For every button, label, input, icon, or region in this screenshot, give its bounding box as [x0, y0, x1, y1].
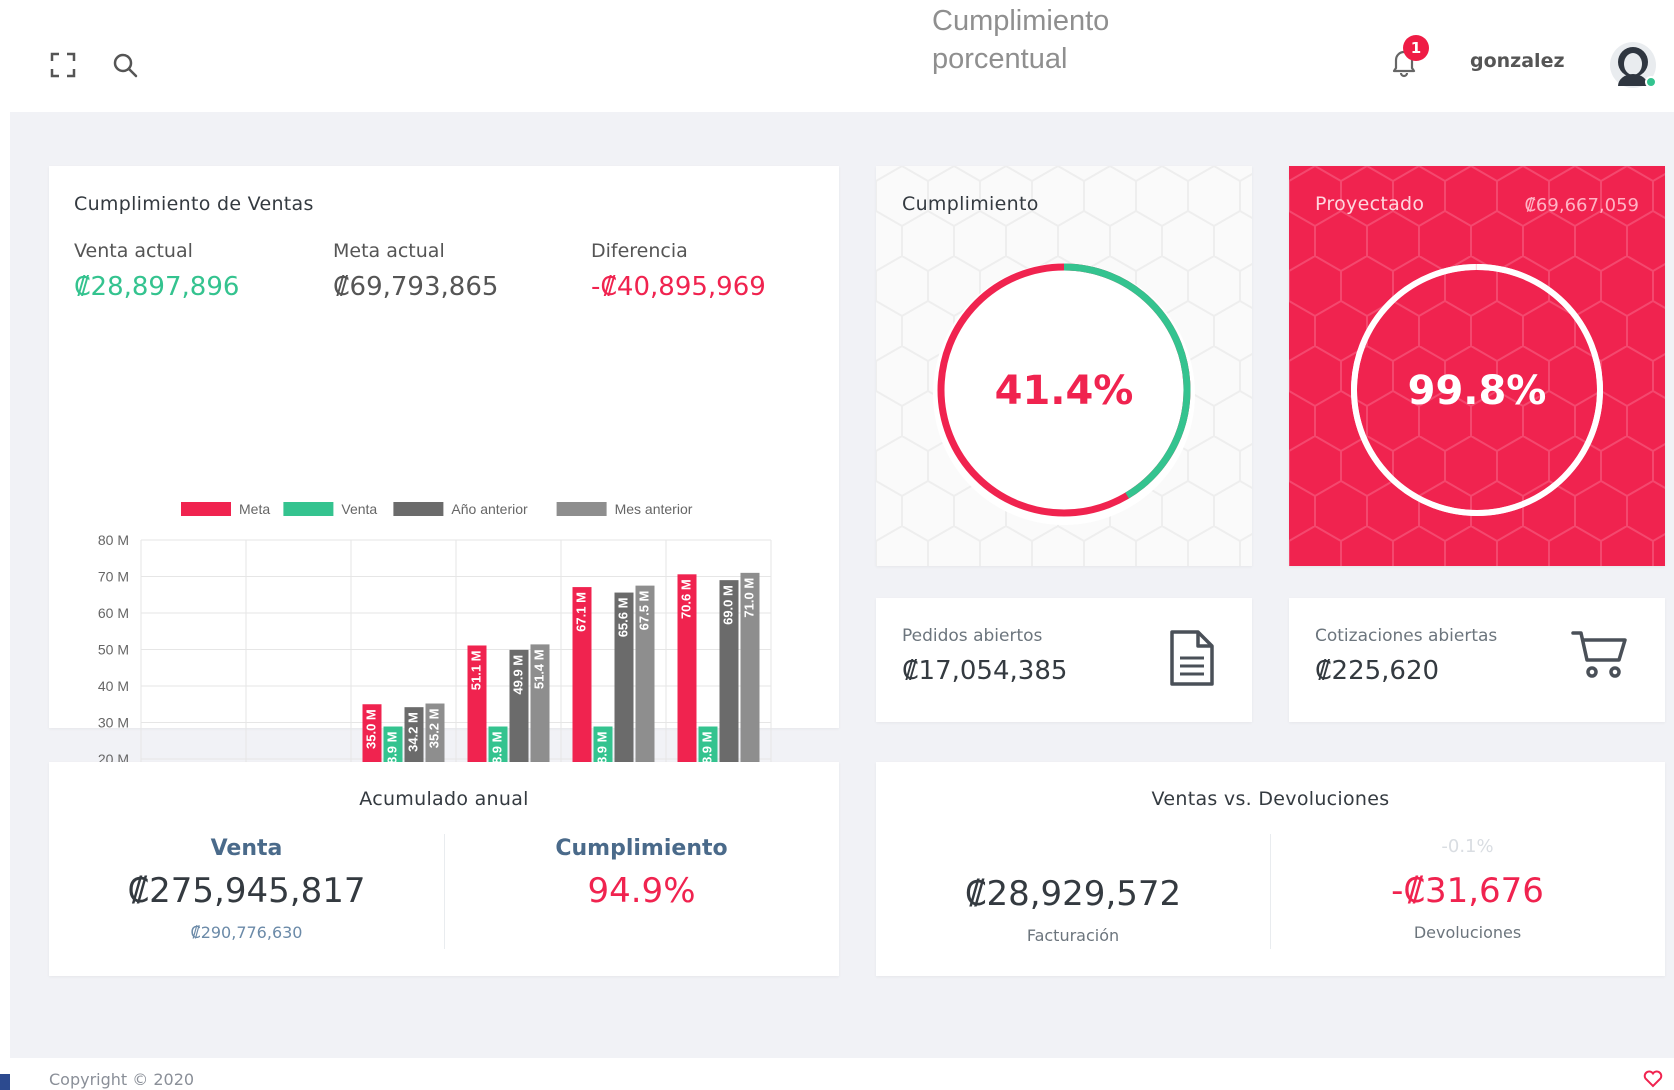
annual-compliance-value: 94.9% [587, 871, 696, 911]
bar-value-label: 51.4 M [531, 649, 546, 689]
card-title: Ventas vs. Devoluciones [1151, 788, 1390, 810]
kpi-value: ₡28,897,896 [74, 272, 240, 302]
bar-value-label: 51.1 M [468, 650, 483, 690]
ring-percent-label: 41.4% [995, 368, 1134, 414]
bar-value-label: 71.0 M [741, 578, 756, 618]
footer: Copyright © 2020 [0, 1058, 1674, 1090]
projected-card: Proyectado ₡69,667,059 99.8% [1289, 166, 1665, 566]
annual-compliance-label: Cumplimiento [555, 836, 728, 861]
legend-label: Mes anterior [615, 501, 693, 517]
open-orders-label: Pedidos abiertos [902, 626, 1043, 646]
open-quotes-card[interactable]: Cotizaciones abiertas ₡225,620 [1289, 598, 1665, 722]
y-tick-label: 50 M [98, 642, 129, 658]
online-status-dot [1645, 76, 1657, 88]
username[interactable]: gonzalez [1470, 50, 1565, 72]
y-tick-label: 70 M [98, 569, 129, 585]
legend-label: Venta [341, 501, 377, 517]
annual-sales-target: ₡290,776,630 [190, 923, 303, 942]
open-quotes-label: Cotizaciones abiertas [1315, 626, 1498, 646]
sales-vs-returns-card: Ventas vs. Devoluciones ₡28,929,572 Fact… [876, 762, 1665, 976]
copyright-text: Copyright © 2020 [49, 1070, 195, 1089]
kpi-venta-actual: Venta actual ₡28,897,896 [74, 240, 239, 302]
search-icon[interactable] [110, 50, 140, 80]
legend-swatch [181, 502, 231, 516]
legend-swatch [393, 502, 444, 516]
kpi-label: Venta actual [74, 240, 193, 262]
sidebar-edge [0, 112, 10, 1058]
heart-icon [1643, 1070, 1663, 1088]
annual-accumulated-card: Acumulado anual Venta ₡275,945,817 ₡290,… [49, 762, 839, 976]
compliance-progress-ring: 41.4% [933, 263, 1195, 525]
bar-value-label: 49.9 M [510, 655, 525, 695]
bar-value-label: 67.1 M [573, 592, 588, 632]
y-tick-label: 60 M [98, 605, 129, 621]
billing-label: Facturación [1026, 926, 1120, 945]
card-title: Acumulado anual [359, 788, 529, 810]
bar-value-label: 35.2 M [426, 709, 441, 749]
legend-swatch [556, 502, 607, 516]
bar-value-label: 35.0 M [363, 709, 378, 749]
ring-percent-label: 99.8% [1408, 368, 1547, 414]
annual-sales-label: Venta [210, 836, 283, 861]
notification-badge: 1 [1403, 35, 1429, 61]
y-tick-label: 40 M [98, 678, 129, 694]
kpi-meta-actual: Meta actual ₡69,793,865 [333, 240, 498, 302]
bar-value-label: 69.0 M [720, 585, 735, 625]
returns-percent: -0.1% [1441, 836, 1494, 857]
open-orders-value: ₡17,054,385 [902, 656, 1068, 686]
top-header: Cumplimiento porcentual 1 gonzalez [0, 0, 1674, 112]
bar-value-label: 34.2 M [405, 712, 420, 752]
kpi-label: Meta actual [333, 240, 445, 262]
kpi-label: Diferencia [591, 240, 688, 262]
legend-swatch [283, 502, 334, 516]
returns-column: -0.1% -₡31,676 Devoluciones [1270, 836, 1665, 942]
returns-label: Devoluciones [1413, 923, 1522, 942]
y-tick-label: 30 M [98, 715, 129, 731]
floating-label: Cumplimiento porcentual [932, 5, 1110, 75]
projected-progress-ring: 99.8% [1351, 264, 1603, 516]
kpi-value: -₡40,895,969 [591, 272, 766, 302]
annual-compliance-column: Cumplimiento 94.9% [444, 836, 839, 911]
kpi-value: ₡69,793,865 [333, 272, 499, 302]
sidebar-toggle-marker [0, 1074, 10, 1090]
cart-icon [1571, 631, 1627, 678]
legend-label: Meta [239, 501, 270, 517]
annual-sales-column: Venta ₡275,945,817 ₡290,776,630 [49, 836, 444, 942]
open-orders-card[interactable]: Pedidos abiertos ₡17,054,385 [876, 598, 1252, 722]
sales-compliance-card: Cumplimiento de Ventas Venta actual ₡28,… [49, 166, 839, 861]
bar-value-label: 67.5 M [636, 591, 651, 631]
kpi-diferencia: Diferencia -₡40,895,969 [591, 240, 766, 302]
open-quotes-value: ₡225,620 [1315, 656, 1440, 686]
card-title: Cumplimiento de Ventas [74, 193, 314, 215]
fullscreen-icon[interactable] [48, 50, 78, 80]
y-tick-label: 80 M [98, 532, 129, 548]
bar-value-label: 65.6 M [615, 598, 630, 638]
billing-value: ₡28,929,572 [964, 874, 1182, 914]
document-icon [1170, 630, 1214, 686]
legend-label: Año anterior [451, 501, 528, 517]
billing-column: ₡28,929,572 Facturación [876, 874, 1270, 945]
compliance-card: Cumplimiento 41.4% [876, 166, 1252, 566]
returns-value: -₡31,676 [1391, 871, 1544, 911]
bar-value-label: 70.6 M [678, 579, 693, 619]
annual-sales-value: ₡275,945,817 [127, 871, 366, 911]
